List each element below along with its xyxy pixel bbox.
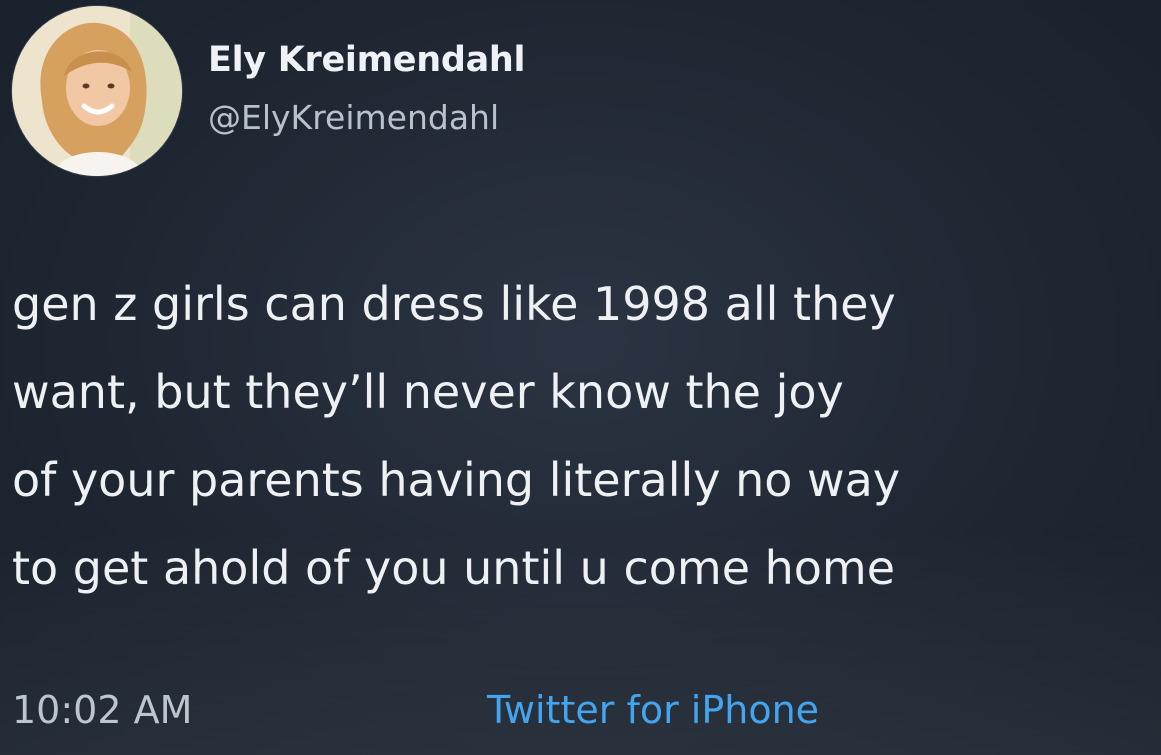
author-handle[interactable]: @ElyKreimendahl — [208, 98, 499, 137]
tweet-text-line: to get ahold of you until u come home — [12, 541, 896, 595]
tweet-text-line: gen z girls can dress like 1998 all they — [12, 277, 896, 331]
tweet-card: Ely Kreimendahl @ElyKreimendahl gen z gi… — [0, 0, 1161, 755]
tweet-source-link[interactable]: Twitter for iPhone — [487, 688, 819, 732]
profile-photo-icon — [12, 6, 182, 176]
avatar[interactable] — [12, 6, 182, 176]
tweet-timestamp[interactable]: 10:02 AM — [12, 688, 192, 732]
tweet-text-line: want, but they’ll never know the joy — [12, 365, 844, 419]
author-name[interactable]: Ely Kreimendahl — [208, 40, 526, 80]
tweet-text-line: of your parents having literally no way — [12, 453, 901, 507]
tweet-text: gen z girls can dress like 1998 all they… — [12, 260, 1152, 612]
